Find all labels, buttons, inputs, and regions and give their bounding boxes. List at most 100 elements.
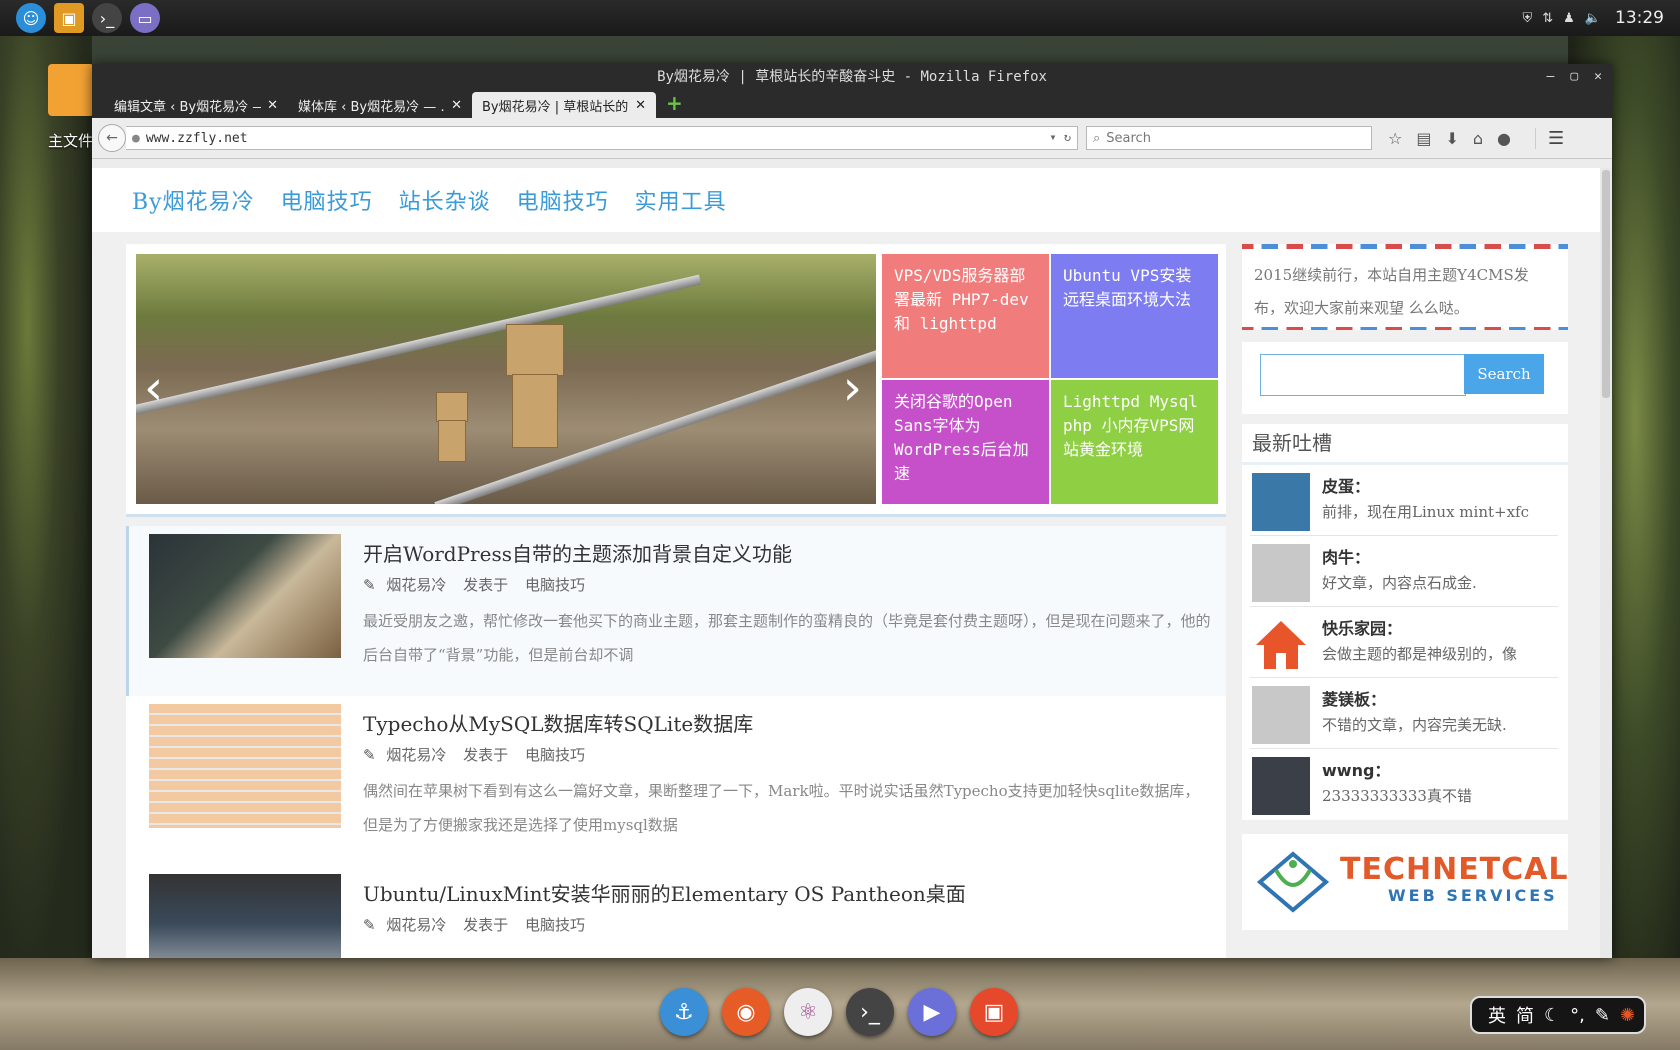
featured-tile[interactable]: Ubuntu VPS安装远程桌面环境大法 [1051,254,1218,378]
comment-item[interactable]: 快乐家园： 会做主题的都是神级别的，像 [1250,607,1558,678]
wrench-icon[interactable]: ✎ [1595,1005,1610,1026]
featured-tile[interactable]: VPS/VDS服务器部署最新 PHP7-dev 和 lighttpd [882,254,1049,378]
ubuntu-icon[interactable]: ✺ [1620,1005,1635,1026]
comment-item[interactable]: 肉牛： 好文章，内容点石成金. [1250,536,1558,607]
post-list: 开启WordPress自带的主题添加背景自定义功能 ✎ 烟花易冷 发表于 电脑技… [126,526,1226,958]
tux-icon[interactable]: ♟ [1563,11,1575,26]
firefox-icon[interactable]: ◉ [722,988,770,1036]
input-method-bar[interactable]: 英 简 ☾ °, ✎ ✺ [1470,996,1646,1034]
featured-tile[interactable]: 关闭谷歌的Open Sans字体为WordPress后台加速 [882,380,1049,504]
nav-home[interactable]: By烟花易冷 [132,184,255,216]
post-author[interactable]: 烟花易冷 [386,576,446,594]
nav-tools[interactable]: 实用工具 [635,184,727,216]
finder-icon[interactable]: ☺ [16,3,46,33]
punctuation-icon[interactable]: °, [1570,1005,1585,1026]
scrollbar-thumb[interactable] [1602,170,1610,398]
navigation-toolbar: ← ● www.zzfly.net ▾ ↻ ⌕ Search ☆ ▤ ⬇ ⌂ ●… [92,118,1612,159]
nav-pc-tips-2[interactable]: 电脑技巧 [517,184,609,216]
home-folder-label[interactable]: 主文件 [48,130,93,151]
slider-prev-icon[interactable]: ‹ [144,364,163,412]
notice-box: 2015继续前行，本站自用主题Y4CMS发布，欢迎大家前来观望 么么哒。 [1242,244,1568,330]
anchor-icon[interactable]: ⚓ [660,988,708,1036]
atom-icon[interactable]: ⚛ [784,988,832,1036]
comment-author: 皮蛋： [1322,477,1371,496]
minimize-icon[interactable]: — [1547,69,1555,84]
dock: ⚓ ◉ ⚛ ›_ ▶ ▣ [660,988,1018,1036]
tab-edit-post[interactable]: 编辑文章 ‹ By烟花易冷 — ✕ [104,92,288,118]
site-search-button[interactable]: Search [1464,354,1544,394]
network-icon[interactable]: ⇅ [1542,11,1553,26]
tab-homepage[interactable]: By烟花易冷 | 草根站长的… ✕ [472,92,656,118]
avatar [1252,757,1310,815]
comment-author: 快乐家园： [1322,619,1403,638]
post-thumbnail[interactable] [149,534,341,658]
new-tab-icon[interactable]: + [666,91,683,115]
post-thumbnail[interactable] [149,704,341,828]
url-text[interactable]: www.zzfly.net [146,131,248,146]
post-title[interactable]: Typecho从MySQL数据库转SQLite数据库 [363,708,753,737]
maximize-icon[interactable]: ▢ [1570,69,1578,84]
comment-item[interactable]: 菱镁板： 不错的文章，内容完美无缺. [1250,678,1558,749]
folder-icon[interactable]: ▭ [130,3,160,33]
file-manager-icon[interactable]: ▣ [54,3,84,33]
comment-item[interactable]: 皮蛋： 前排，现在用Linux mint+xfc [1250,465,1558,536]
post-author[interactable]: 烟花易冷 [386,916,446,934]
avatar [1252,544,1310,602]
post-title[interactable]: Ubuntu/LinuxMint安装华丽丽的Elementary OS Pant… [363,878,966,907]
home-icon[interactable]: ⌂ [1473,129,1483,148]
featured-tiles: VPS/VDS服务器部署最新 PHP7-dev 和 lighttpd Ubunt… [882,254,1218,504]
back-arrow-icon[interactable]: ← [98,124,126,152]
close-icon[interactable]: ✕ [1594,69,1602,84]
nav-webmaster[interactable]: 站长杂谈 [399,184,491,216]
archive-icon[interactable]: ▣ [970,988,1018,1036]
post-category[interactable]: 电脑技巧 [525,916,585,934]
tab-close-icon[interactable]: ✕ [635,98,646,113]
site-search-input[interactable] [1260,354,1466,396]
ime-lang[interactable]: 英 [1488,1002,1506,1028]
post-item: 开启WordPress自带的主题添加背景自定义功能 ✎ 烟花易冷 发表于 电脑技… [126,526,1226,696]
featured-tile[interactable]: Lighttpd Mysql php 小内存VPS网站黄金环境 [1051,380,1218,504]
site-nav: By烟花易冷 电脑技巧 站长杂谈 电脑技巧 实用工具 [92,168,1600,232]
ad-banner[interactable]: TECHNETCAL WEB SERVICES [1242,834,1568,930]
ime-mode[interactable]: 简 [1516,1002,1534,1028]
post-thumbnail[interactable] [149,874,341,958]
comment-text: 好文章，内容点石成金. [1322,574,1477,592]
post-published: 发表于 [463,916,509,934]
tab-bar: 编辑文章 ‹ By烟花易冷 — ✕ 媒体库 ‹ By烟花易冷 — … ✕ By烟… [92,88,1612,118]
home-folder-icon[interactable] [48,64,94,116]
comment-item[interactable]: wwng： 23333333333真不错 [1250,749,1558,819]
moon-icon[interactable]: ☾ [1544,1005,1560,1026]
reload-icon[interactable]: ▾ ↻ [1049,130,1071,144]
post-title[interactable]: 开启WordPress自带的主题添加背景自定义功能 [363,538,792,567]
search-placeholder: Search [1106,130,1151,146]
url-bar[interactable]: ● www.zzfly.net ▾ ↻ [126,126,1078,150]
comment-text: 会做主题的都是神级别的，像 [1322,645,1518,663]
bookmark-star-icon[interactable]: ☆ [1388,129,1402,148]
hamburger-menu-icon[interactable]: ☰ [1535,127,1564,149]
nav-pc-tips[interactable]: 电脑技巧 [281,184,373,216]
terminal-icon[interactable]: ›_ [846,988,894,1036]
slider-photo-figure [438,420,466,462]
post-category[interactable]: 电脑技巧 [525,746,585,764]
shield-icon[interactable]: ⛨ [1522,11,1532,26]
scrollbar[interactable] [1600,168,1612,958]
terminal-icon[interactable]: ›_ [92,3,122,33]
technetcal-logo [1256,851,1330,913]
reading-list-icon[interactable]: ▤ [1416,129,1431,148]
image-slider[interactable]: ‹ › [136,254,876,504]
download-icon[interactable]: ⬇ [1445,129,1458,148]
tab-close-icon[interactable]: ✕ [267,98,278,113]
chat-icon[interactable]: ● [1497,129,1511,148]
window-titlebar: By烟花易冷 | 草根站长的辛酸奋斗史 - Mozilla Firefox — … [92,64,1612,88]
edit-icon: ✎ [363,576,376,594]
post-author[interactable]: 烟花易冷 [386,746,446,764]
clock[interactable]: 13:29 [1615,8,1664,28]
tab-media-library[interactable]: 媒体库 ‹ By烟花易冷 — … ✕ [288,92,472,118]
tab-close-icon[interactable]: ✕ [451,98,462,113]
post-meta: ✎ 烟花易冷 发表于 电脑技巧 [363,574,585,595]
post-category[interactable]: 电脑技巧 [525,576,585,594]
slider-next-icon[interactable]: › [843,364,862,412]
volume-icon[interactable]: 🔈 [1585,11,1601,26]
video-player-icon[interactable]: ▶ [908,988,956,1036]
search-input[interactable]: ⌕ Search [1086,126,1372,150]
